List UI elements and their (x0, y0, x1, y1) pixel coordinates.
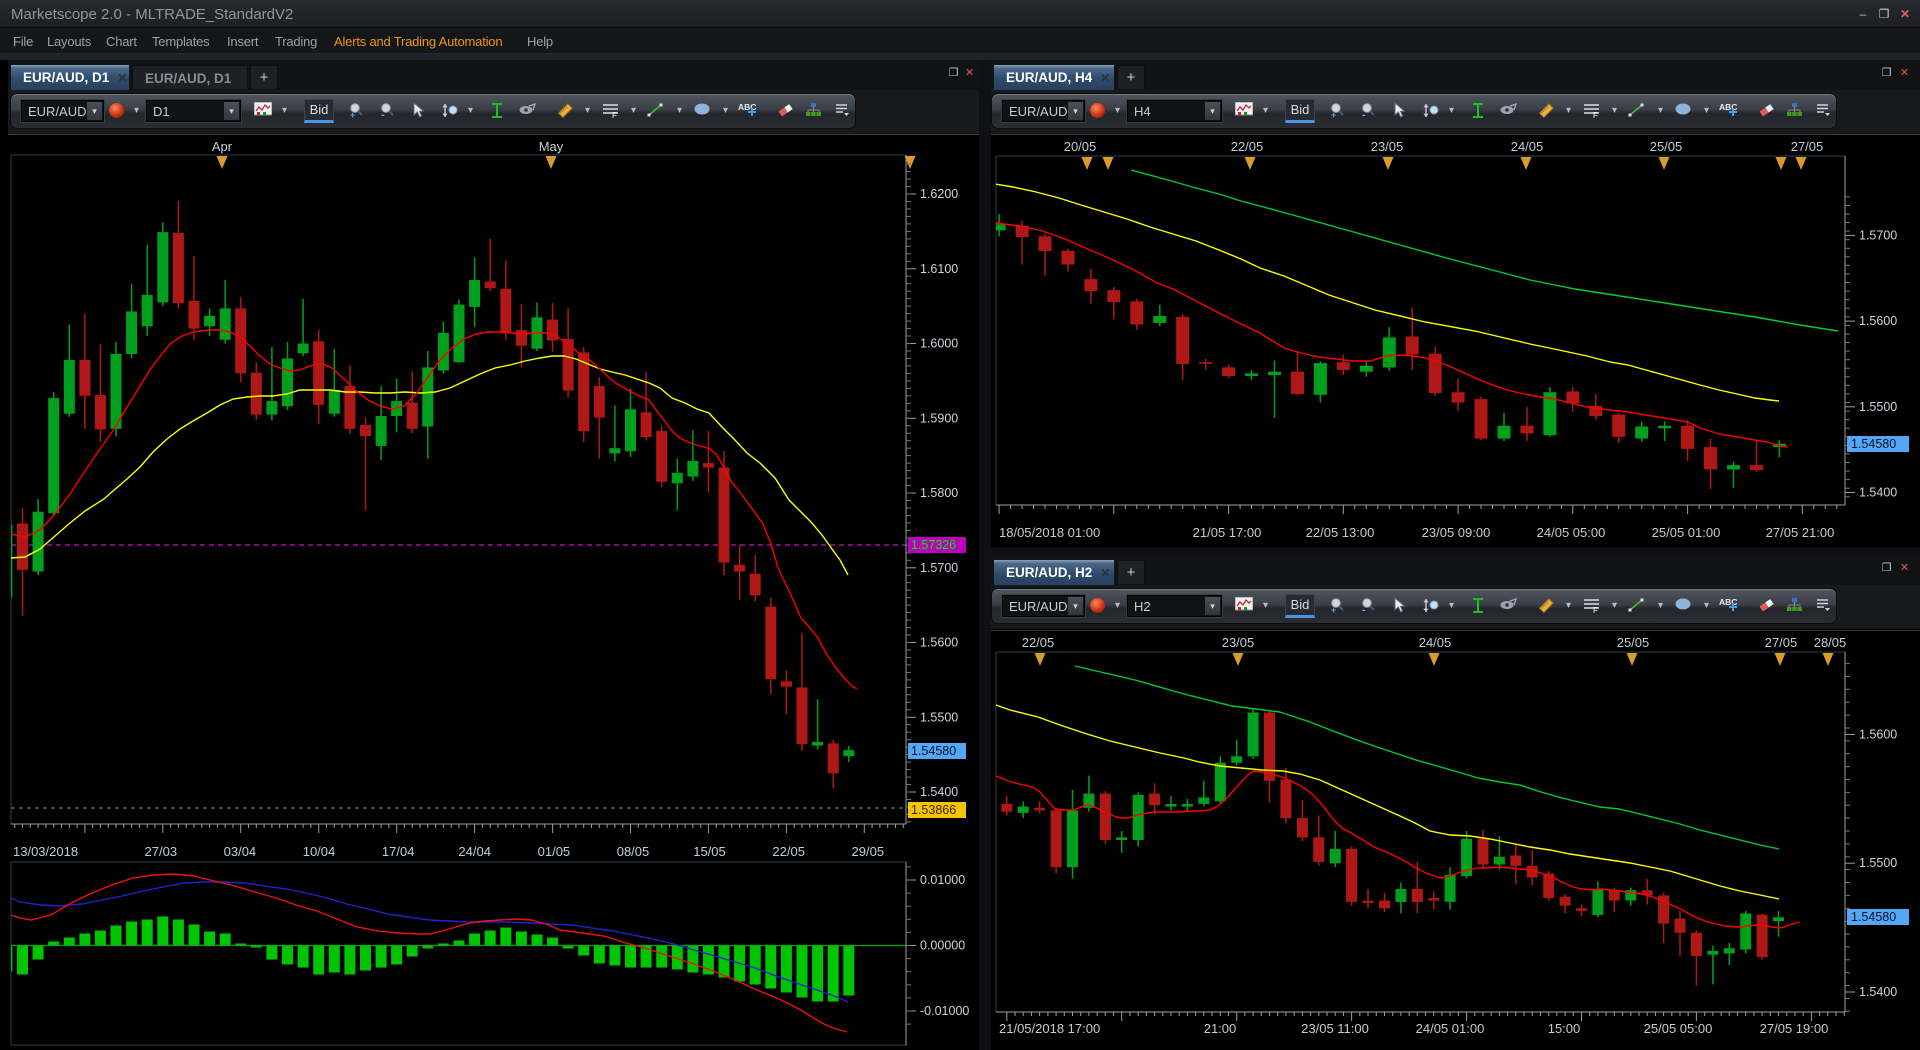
svg-text:1.5700: 1.5700 (1859, 228, 1897, 242)
svg-text:03/04: 03/04 (224, 844, 257, 859)
svg-text:1.5700: 1.5700 (920, 561, 958, 575)
svg-text:23/05: 23/05 (1222, 635, 1255, 650)
svg-text:1.5500: 1.5500 (920, 710, 958, 724)
svg-text:28/05: 28/05 (1814, 635, 1847, 650)
svg-text:25/05: 25/05 (1617, 635, 1650, 650)
svg-text:1.5500: 1.5500 (1859, 400, 1897, 414)
svg-text:1.5400: 1.5400 (1859, 486, 1897, 500)
svg-text:1.5400: 1.5400 (1859, 985, 1897, 999)
svg-text:08/05: 08/05 (617, 844, 650, 859)
svg-text:13/03/2018: 13/03/2018 (13, 844, 78, 859)
svg-text:1.57326: 1.57326 (911, 538, 956, 552)
svg-text:23/05 11:00: 23/05 11:00 (1301, 1021, 1369, 1036)
svg-text:1.5900: 1.5900 (920, 411, 958, 425)
svg-text:10/04: 10/04 (303, 844, 336, 859)
svg-text:23/05: 23/05 (1371, 139, 1404, 154)
svg-text:1.6200: 1.6200 (920, 187, 958, 201)
svg-text:22/05 13:00: 22/05 13:00 (1306, 525, 1375, 540)
svg-text:1.5400: 1.5400 (920, 785, 958, 799)
svg-text:29/05: 29/05 (852, 844, 885, 859)
svg-text:22/05: 22/05 (1231, 139, 1264, 154)
svg-text:21/05 17:00: 21/05 17:00 (1193, 525, 1262, 540)
svg-text:21/05/2018 17:00: 21/05/2018 17:00 (999, 1021, 1100, 1036)
svg-text:24/04: 24/04 (458, 844, 491, 859)
svg-text:1.5600: 1.5600 (1859, 314, 1897, 328)
svg-text:1.6100: 1.6100 (920, 262, 958, 276)
svg-text:27/05: 27/05 (1791, 139, 1824, 154)
svg-text:17/04: 17/04 (382, 844, 415, 859)
svg-text:25/05: 25/05 (1650, 139, 1683, 154)
svg-text:May: May (539, 139, 564, 154)
svg-text:24/05: 24/05 (1511, 139, 1544, 154)
svg-text:1.5500: 1.5500 (1859, 856, 1897, 870)
svg-text:0.00000: 0.00000 (920, 939, 965, 953)
svg-text:24/05: 24/05 (1419, 635, 1452, 650)
svg-text:0.01000: 0.01000 (920, 873, 965, 887)
svg-text:1.54580: 1.54580 (1851, 437, 1896, 451)
svg-text:25/05 01:00: 25/05 01:00 (1652, 525, 1721, 540)
svg-text:1.5800: 1.5800 (920, 486, 958, 500)
svg-text:27/03: 27/03 (145, 844, 178, 859)
svg-text:15:00: 15:00 (1548, 1021, 1581, 1036)
svg-text:1.53866: 1.53866 (911, 803, 956, 817)
svg-text:1.6000: 1.6000 (920, 337, 958, 351)
svg-text:23/05 09:00: 23/05 09:00 (1422, 525, 1491, 540)
svg-text:27/05 21:00: 27/05 21:00 (1766, 525, 1835, 540)
svg-text:1.54580: 1.54580 (911, 744, 956, 758)
svg-text:21:00: 21:00 (1204, 1021, 1237, 1036)
svg-text:27/05 19:00: 27/05 19:00 (1760, 1021, 1829, 1036)
svg-text:22/05: 22/05 (772, 844, 805, 859)
svg-text:-0.01000: -0.01000 (920, 1004, 969, 1018)
svg-text:15/05: 15/05 (693, 844, 726, 859)
svg-text:20/05: 20/05 (1064, 139, 1097, 154)
svg-text:Apr: Apr (212, 139, 233, 154)
svg-text:24/05 05:00: 24/05 05:00 (1537, 525, 1606, 540)
svg-text:1.5600: 1.5600 (920, 636, 958, 650)
svg-text:27/05: 27/05 (1765, 635, 1798, 650)
svg-text:25/05 05:00: 25/05 05:00 (1644, 1021, 1713, 1036)
svg-text:1.5600: 1.5600 (1859, 727, 1897, 741)
svg-text:22/05: 22/05 (1022, 635, 1055, 650)
svg-text:18/05/2018 01:00: 18/05/2018 01:00 (999, 525, 1100, 540)
svg-text:01/05: 01/05 (538, 844, 571, 859)
svg-text:1.54580: 1.54580 (1851, 910, 1896, 924)
svg-text:24/05 01:00: 24/05 01:00 (1416, 1021, 1485, 1036)
